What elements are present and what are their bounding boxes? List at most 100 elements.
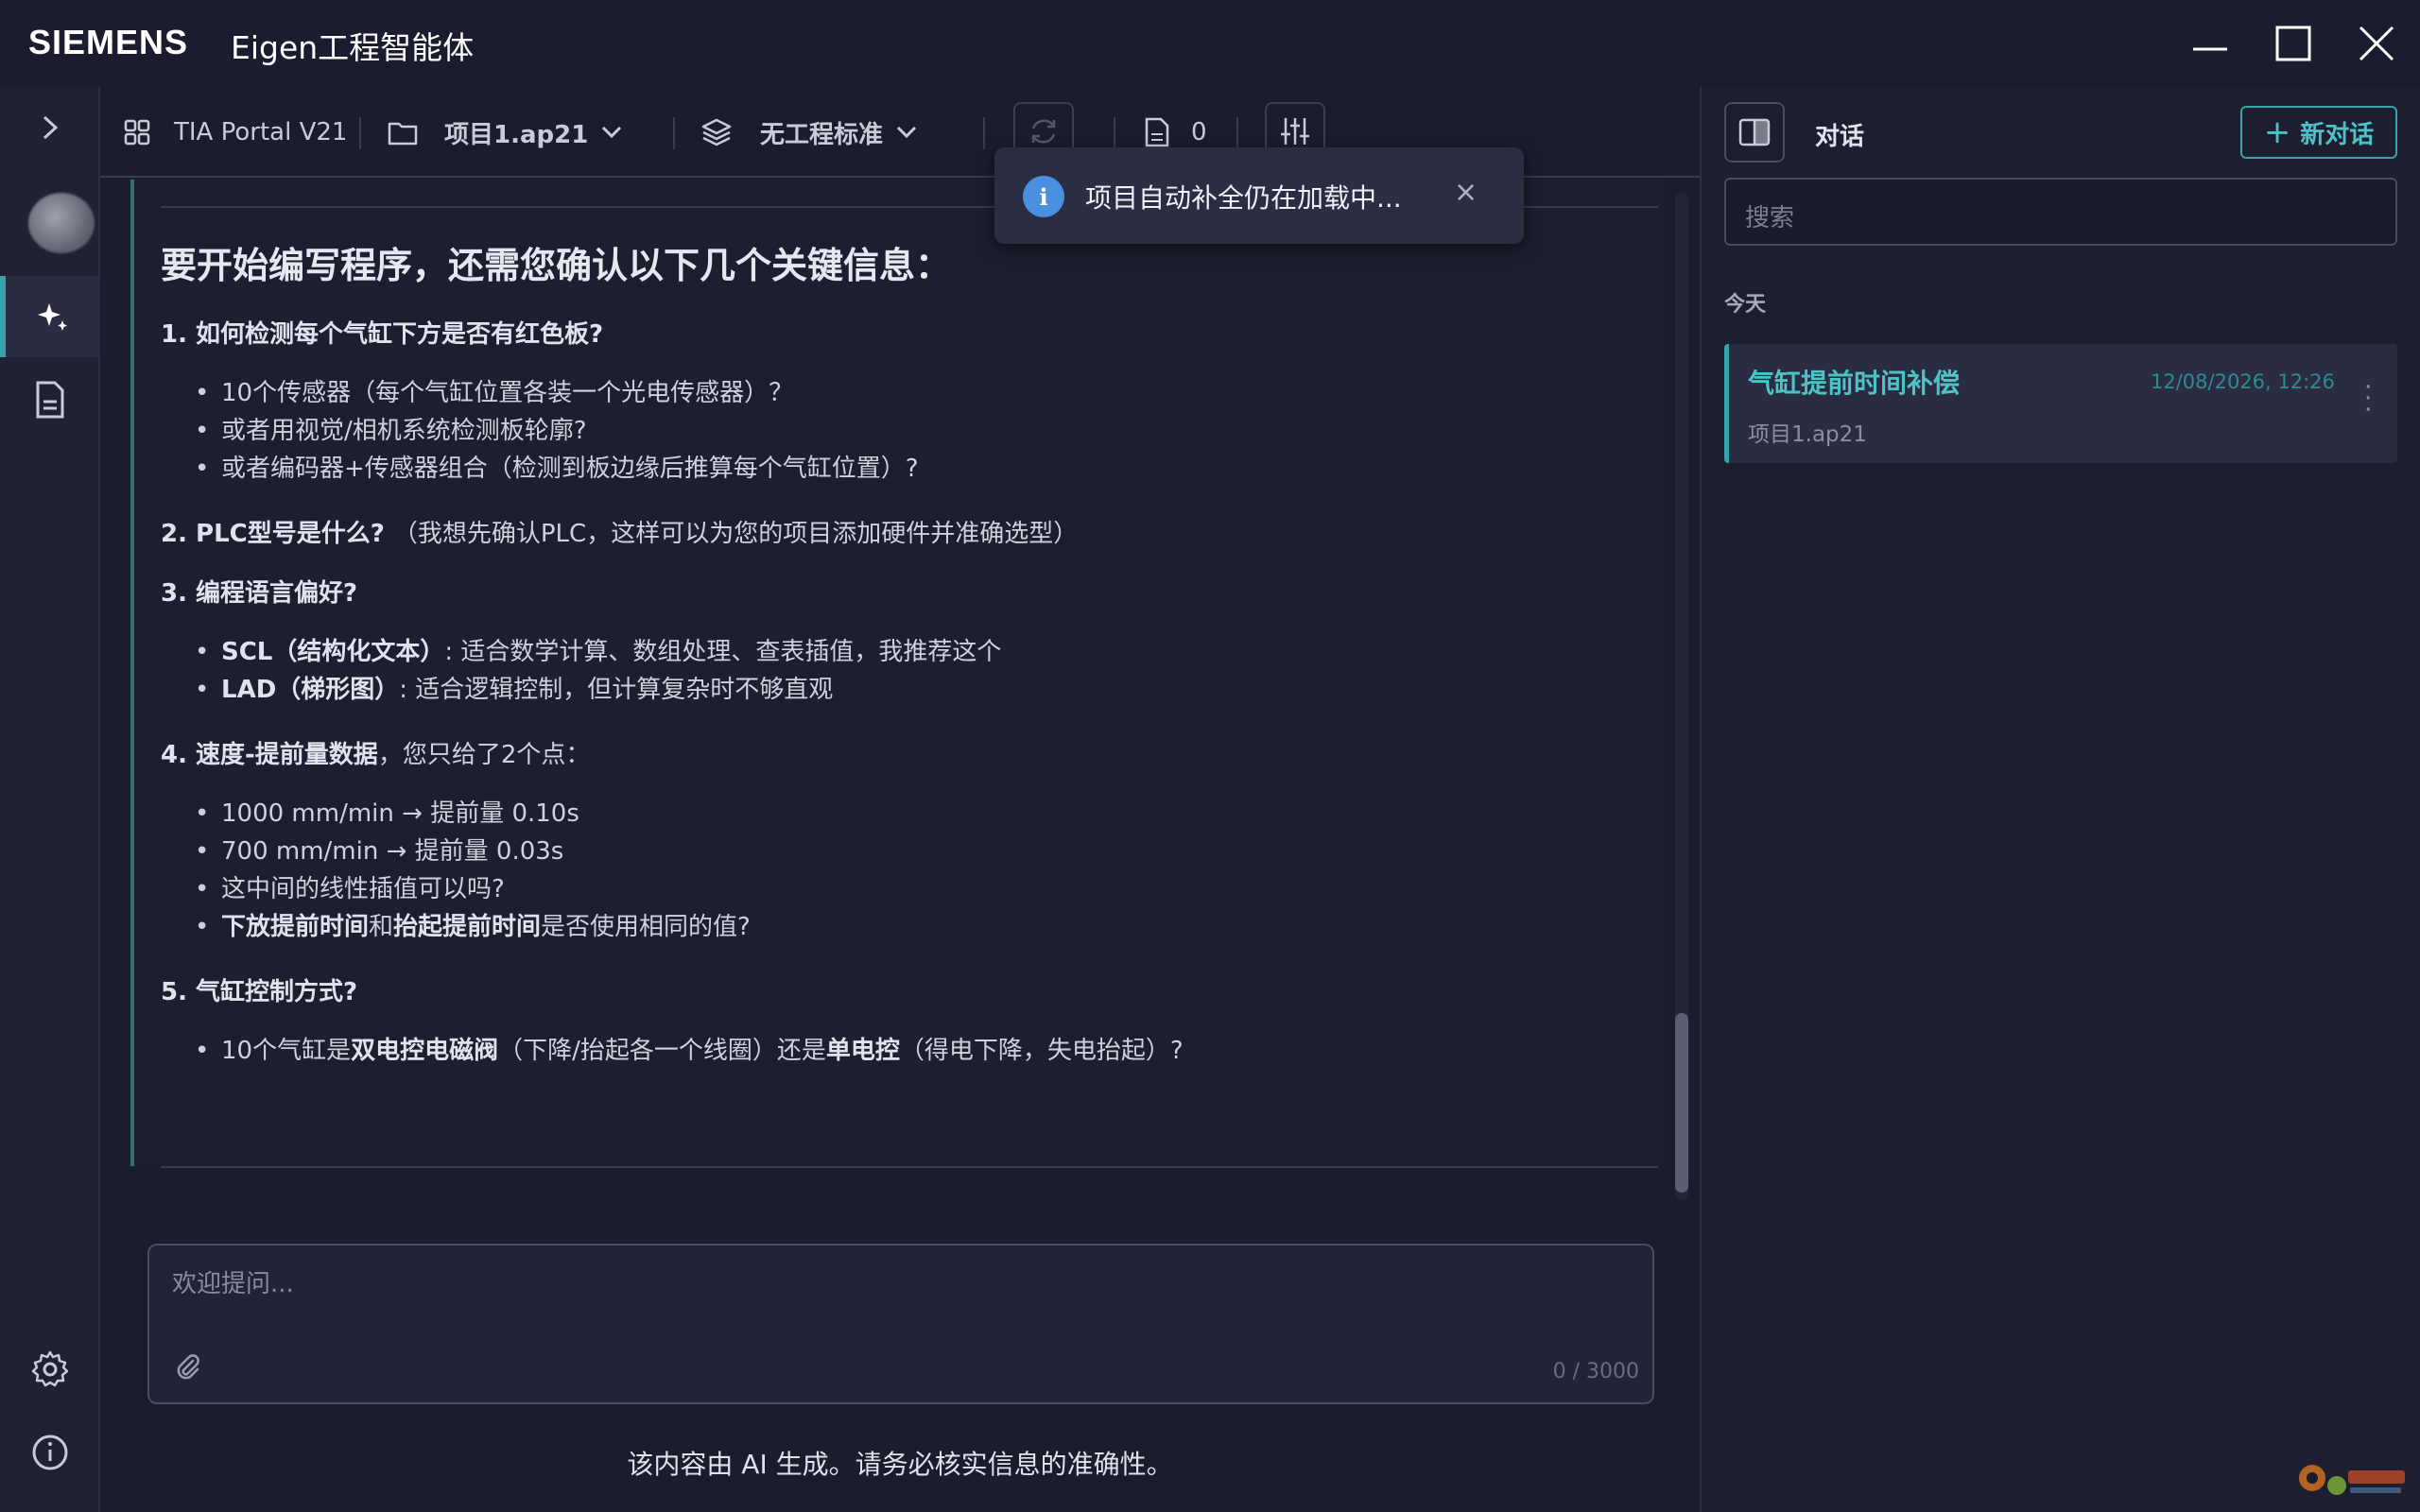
ai-disclaimer: 该内容由 AI 生成。请务必核实信息的准确性。 (627, 1449, 1173, 1480)
toolbar-divider (983, 117, 985, 149)
option-label: LAD（梯形图） (221, 676, 400, 704)
search-input[interactable]: 搜索 (1724, 178, 2397, 246)
text: 10个气缸是 (221, 1037, 352, 1065)
list-item: LAD（梯形图）: 适合逻辑控制，但计算复杂时不够直观 (195, 671, 1635, 709)
left-rail (0, 87, 100, 1512)
question-2-title: 2. PLC型号是什么? (161, 520, 385, 548)
character-counter: 0 / 3000 (1552, 1360, 1639, 1383)
question-2: 2. PLC型号是什么? （我想先确认PLC，这样可以为您的项目添加硬件并准确选… (161, 514, 1635, 549)
more-options-icon[interactable]: · · · (2364, 375, 2372, 422)
list-item: 下放提前时间和抬起提前时间是否使用相同的值? (195, 908, 1635, 946)
chevron-right-icon (43, 115, 59, 140)
app-title: Eigen工程智能体 (231, 29, 475, 66)
scrollbar-thumb[interactable] (1675, 1013, 1688, 1193)
list-item: 这中间的线性插值可以吗? (195, 870, 1635, 908)
portal-selector[interactable]: TIA Portal V21 (123, 112, 347, 153)
file-icon (1145, 117, 1169, 147)
assistant-message: 要开始编写程序，还需您确认以下几个关键信息： 1. 如何检测每个气缸下方是否有红… (130, 180, 1664, 1168)
new-chat-button[interactable]: + 新对话 (2240, 106, 2397, 159)
standard-selector[interactable]: 无工程标准 (701, 112, 919, 153)
option-detail: : 适合数学计算、数组处理、查表插值，我推荐这个 (444, 638, 1002, 666)
new-chat-label: 新对话 (2300, 120, 2375, 149)
section-today: 今天 (1724, 293, 1767, 317)
portal-label: TIA Portal V21 (174, 118, 348, 146)
loading-toast: i 项目自动补全仍在加载中... × (994, 147, 1524, 244)
toast-close-button[interactable]: × (1454, 176, 1478, 209)
emphasis: 双电控电磁阀 (351, 1037, 499, 1065)
toast-message: 项目自动补全仍在加载中... (1085, 182, 1402, 214)
avatar[interactable] (28, 193, 95, 253)
question-5-options: 10个气缸是双电控电磁阀（下降/抬起各一个线圈）还是单电控（得电下降，失电抬起）… (195, 1032, 1635, 1070)
gear-icon (31, 1350, 69, 1387)
list-item: 10个气缸是双电控电磁阀（下降/抬起各一个线圈）还是单电控（得电下降，失电抬起）… (195, 1032, 1635, 1070)
list-item: SCL（结构化文本）: 适合数学计算、数组处理、查表插值，我推荐这个 (195, 633, 1635, 671)
project-label: 项目1.ap21 (444, 120, 589, 149)
panel-toggle-icon (1738, 118, 1771, 146)
document-icon (36, 381, 64, 419)
info-icon (32, 1435, 68, 1470)
emphasis: 下放提前时间 (221, 913, 370, 941)
prompt-placeholder: 欢迎提问... (172, 1270, 294, 1298)
question-1: 1. 如何检测每个气缸下方是否有红色板? (161, 320, 604, 349)
text: （得电下降，失电抬起）? (899, 1037, 1184, 1065)
question-3-options: SCL（结构化文本）: 适合数学计算、数组处理、查表插值，我推荐这个 LAD（梯… (195, 633, 1635, 709)
search-placeholder: 搜索 (1745, 204, 1795, 232)
brand-logo: SIEMENS (28, 23, 189, 61)
document-count-value: 0 (1191, 118, 1207, 146)
panel-toggle-button[interactable] (1724, 102, 1785, 163)
maximize-icon (2275, 26, 2311, 61)
close-icon (2359, 26, 2394, 61)
emphasis: 抬起提前时间 (393, 913, 542, 941)
conversation-date: 12/08/2026, 12:26 (2151, 370, 2335, 393)
project-selector[interactable]: 项目1.ap21 (388, 112, 624, 153)
panel-title: 对话 (1815, 123, 1865, 151)
message-divider (161, 1166, 1658, 1168)
list-item: 或者编码器+传感器组合（检测到板边缘后推算每个气缸位置）? (195, 450, 1635, 488)
standard-label: 无工程标准 (760, 120, 884, 149)
question-5: 5. 气缸控制方式? (161, 978, 358, 1006)
question-4: 4. 速度-提前量数据，您只给了2个点： (161, 735, 1635, 770)
folder-icon (388, 122, 418, 146)
rail-item-assistant[interactable] (0, 276, 100, 357)
conversation-project: 项目1.ap21 (1748, 422, 1867, 447)
message-heading: 要开始编写程序，还需您确认以下几个关键信息： (161, 245, 952, 286)
sparkle-icon (38, 303, 67, 331)
minimize-icon (2193, 47, 2227, 51)
close-window-button[interactable] (2348, 19, 2405, 68)
layers-icon (701, 118, 732, 146)
conversation-panel: 对话 + 新对话 搜索 今天 气缸提前时间补偿 12/08/2026, 12:26… (1700, 87, 2420, 1512)
text: 是否使用相同的值? (541, 913, 751, 941)
attach-button[interactable] (174, 1353, 202, 1385)
maximize-button[interactable] (2265, 19, 2322, 68)
rail-info-button[interactable] (0, 1412, 100, 1493)
question-4-detail: ，您只给了2个点： (377, 741, 591, 769)
toolbar-divider (1236, 117, 1238, 149)
sliders-icon (1281, 118, 1309, 145)
text: （下降/抬起各一个线圈）还是 (498, 1037, 826, 1065)
rail-item-documents[interactable] (0, 359, 100, 440)
list-item: 10个传感器（每个气缸位置各装一个光电传感器）？ (195, 374, 1635, 412)
paperclip-icon (177, 1354, 199, 1380)
watermark-logo (2288, 1446, 2411, 1503)
prompt-input[interactable]: 欢迎提问... 0 / 3000 (147, 1244, 1654, 1404)
list-item: 1000 mm/min → 提前量 0.10s (195, 795, 1635, 833)
question-3: 3. 编程语言偏好? (161, 579, 358, 608)
conversation-item[interactable]: 气缸提前时间补偿 12/08/2026, 12:26 项目1.ap21 · · · (1724, 344, 2397, 463)
question-1-options: 10个传感器（每个气缸位置各装一个光电传感器）？ 或者用视觉/相机系统检测板轮廓… (195, 374, 1635, 488)
rail-settings-button[interactable] (0, 1329, 100, 1410)
expand-rail-button[interactable] (0, 87, 100, 168)
toolbar-divider (359, 117, 361, 149)
chat-area: 要开始编写程序，还需您确认以下几个关键信息： 1. 如何检测每个气缸下方是否有红… (100, 180, 1700, 1512)
question-4-options: 1000 mm/min → 提前量 0.10s 700 mm/min → 提前量… (195, 795, 1635, 946)
chevron-down-icon (896, 126, 917, 139)
minimize-button[interactable] (2182, 19, 2238, 68)
message-content: 要开始编写程序，还需您确认以下几个关键信息： 1. 如何检测每个气缸下方是否有红… (161, 236, 1635, 1096)
toolbar-divider (1114, 117, 1115, 149)
title-bar: SIEMENS Eigen工程智能体 (0, 0, 2420, 87)
question-2-detail: （我想先确认PLC，这样可以为您的项目添加硬件并准确选型） (392, 520, 1079, 548)
refresh-icon (1031, 119, 1056, 144)
option-label: SCL（结构化文本） (221, 638, 445, 666)
question-4-title: 4. 速度-提前量数据 (161, 741, 378, 769)
grid-icon (124, 119, 150, 146)
plus-icon: + (2263, 113, 2291, 151)
